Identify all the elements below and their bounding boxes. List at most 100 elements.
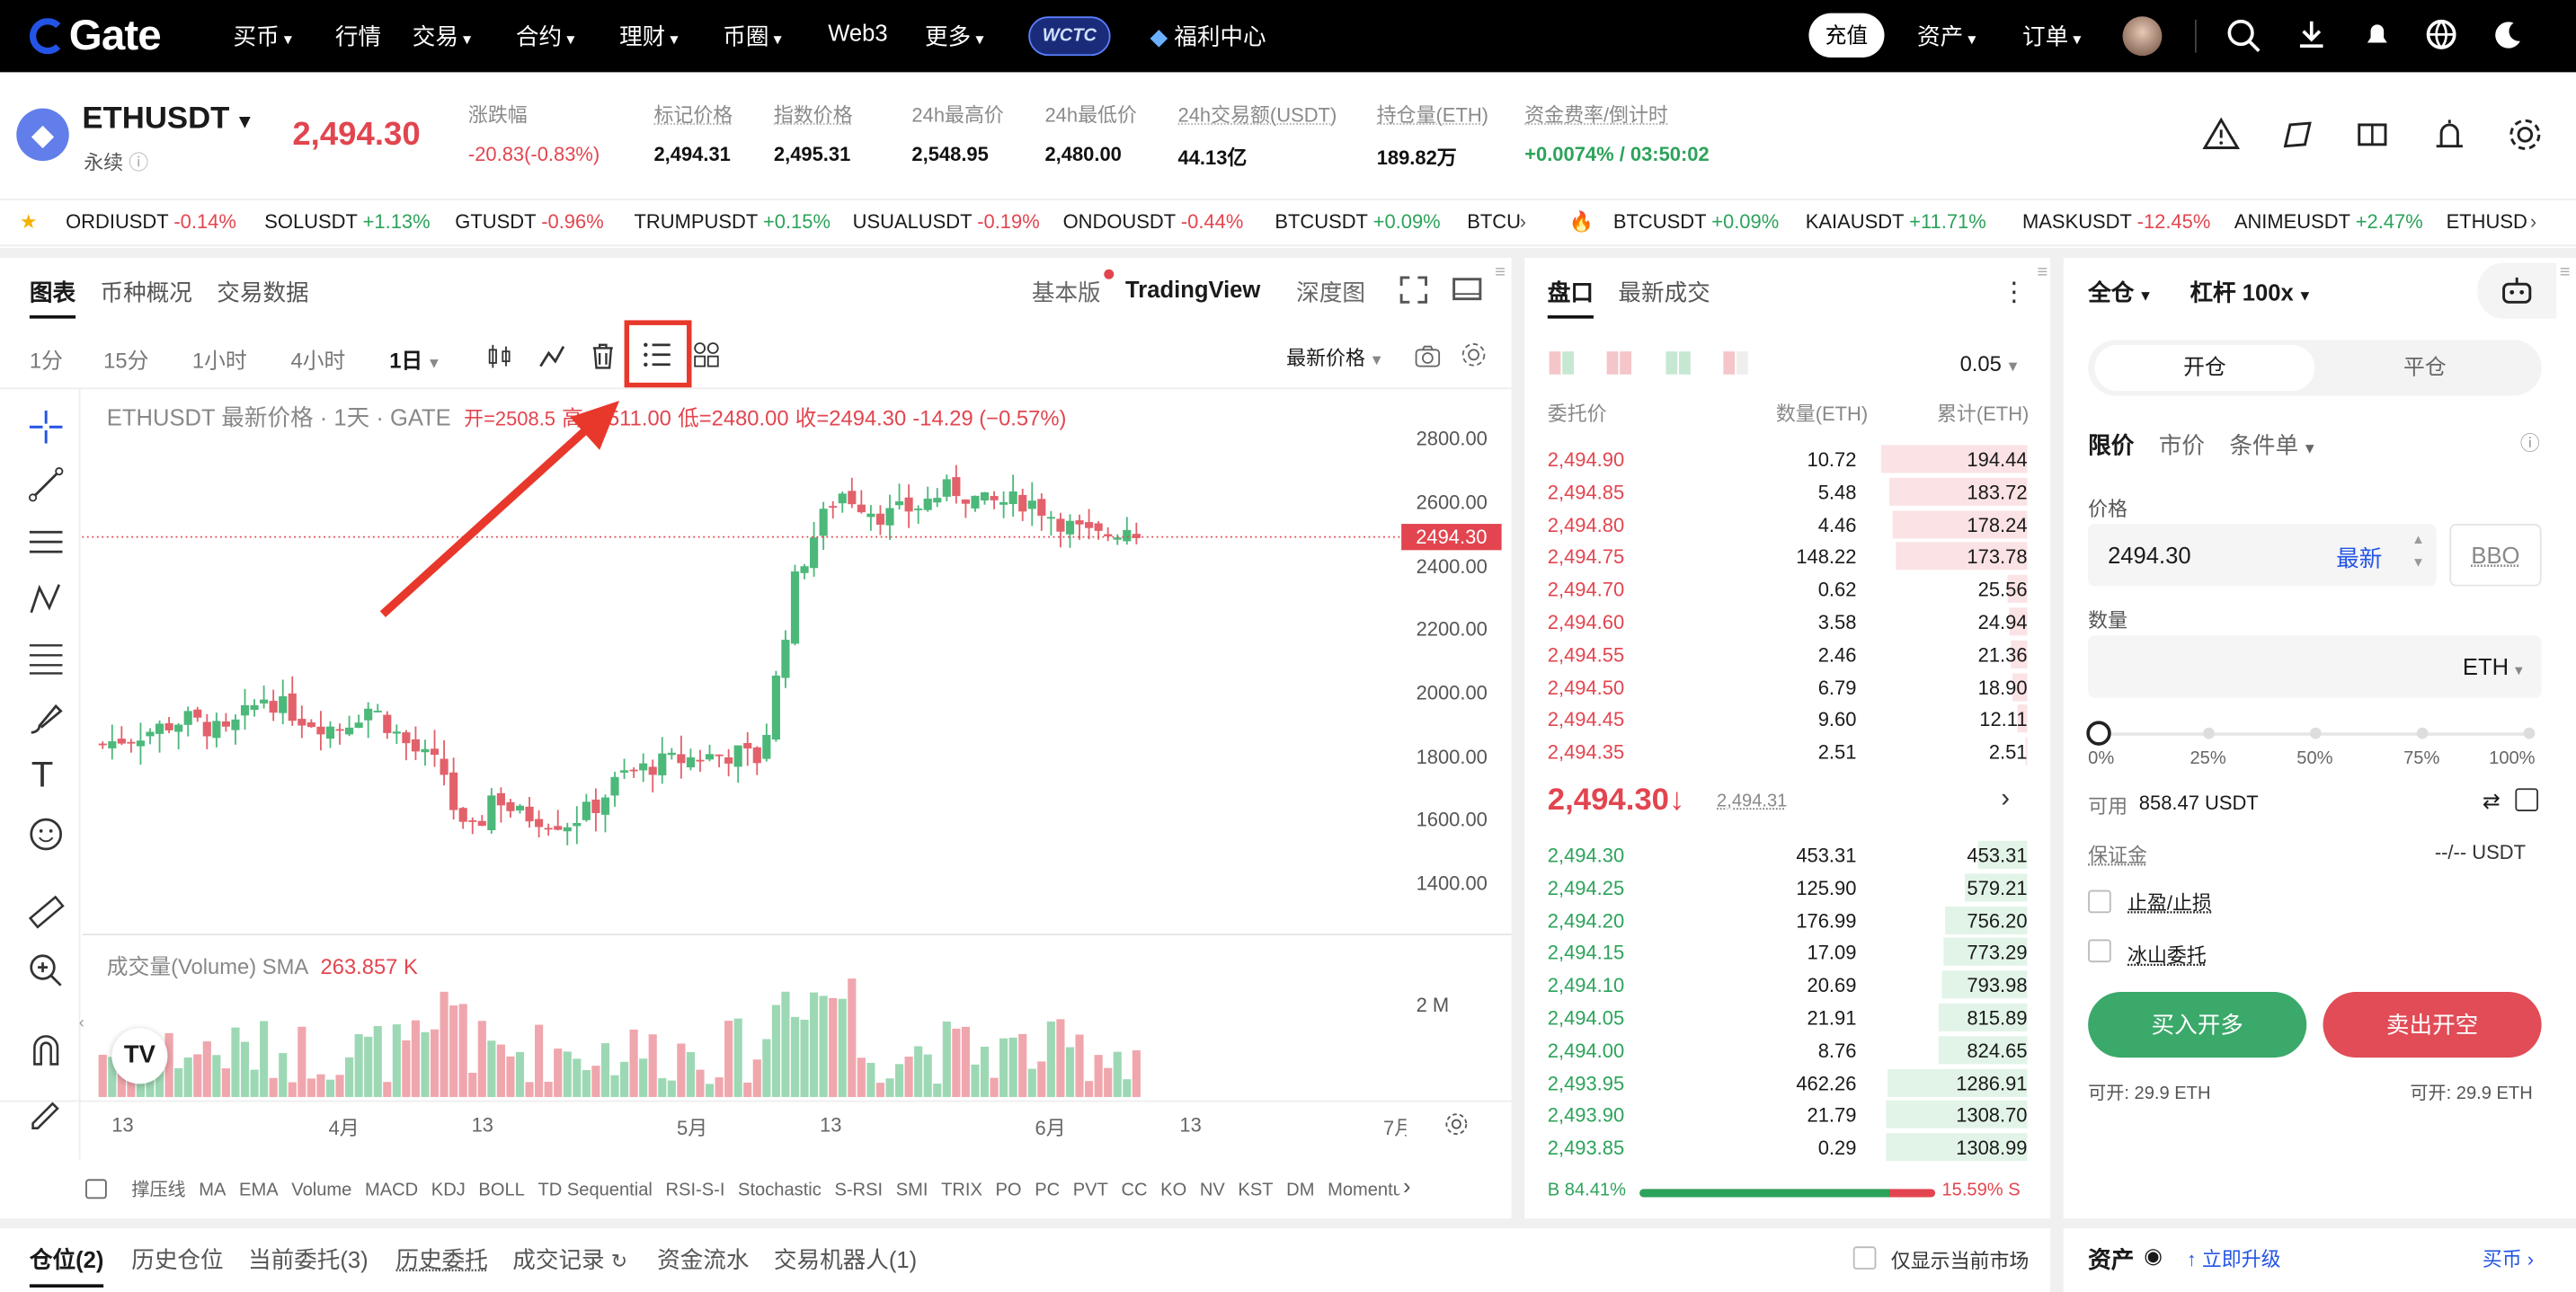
axis-settings-icon[interactable] — [1444, 1111, 1469, 1136]
indicator-link[interactable]: DM — [1286, 1181, 1314, 1200]
ask-row[interactable]: 2,494.55 2.46 21.36 — [1548, 639, 2028, 670]
iceberg-checkbox[interactable] — [2088, 940, 2111, 963]
close-position-tab[interactable]: 平仓 — [2314, 345, 2535, 391]
magnet-icon[interactable] — [26, 1031, 66, 1071]
nav-futures[interactable]: 合约 — [516, 20, 574, 53]
chevron-right-icon[interactable]: › — [2001, 785, 2010, 815]
ask-row[interactable]: 2,494.45 9.60 12.11 — [1548, 704, 2028, 735]
bid-row[interactable]: 2,493.95 462.26 1286.91 — [1548, 1066, 2028, 1098]
refresh-icon[interactable]: ↻ — [611, 1250, 627, 1273]
ticker-item[interactable]: TRUMPUSDT +0.15% — [635, 210, 831, 234]
ask-row[interactable]: 2,494.90 10.72 194.44 — [1548, 444, 2028, 475]
indicator-link[interactable]: S-RSI — [834, 1181, 883, 1200]
grid-layout-icon[interactable] — [693, 341, 719, 367]
info-icon[interactable]: ⓘ — [2520, 429, 2540, 456]
ticker-item[interactable]: USUALUSDT -0.19% — [853, 210, 1040, 234]
mode-depth[interactable]: 深度图 — [1296, 276, 1365, 309]
ticker-item[interactable]: ETHUSD — [2447, 210, 2527, 234]
nav-assets[interactable]: 资产 — [1917, 20, 1976, 53]
pair-selector[interactable]: ETHUSDT ▼ — [82, 102, 254, 137]
upgrade-link[interactable]: ↑ 立即升级 — [2187, 1244, 2281, 1272]
stat-label-turnover[interactable]: 24h交易额(USDT) — [1178, 100, 1337, 128]
object-tree-list-icon[interactable] — [643, 341, 672, 367]
ask-row[interactable]: 2,494.80 4.46 178.24 — [1548, 509, 2028, 540]
ask-row[interactable]: 2,494.60 3.58 24.94 — [1548, 606, 2028, 637]
interval-1m[interactable]: 1分 — [30, 343, 63, 375]
indicator-link[interactable]: EMA — [239, 1181, 279, 1200]
pattern-icon[interactable] — [26, 580, 66, 619]
horizontal-lines-icon[interactable] — [26, 522, 66, 562]
tab-trade-data[interactable]: 交易数据 — [217, 276, 308, 309]
ask-row[interactable]: 2,494.85 5.48 183.72 — [1548, 476, 2028, 508]
ob-last-price[interactable]: 2,494.30↓ — [1548, 783, 1685, 819]
tpsl-checkbox[interactable] — [2088, 890, 2111, 914]
leaf-icon[interactable] — [2276, 113, 2319, 156]
bid-row[interactable]: 2,494.10 20.69 793.98 — [1548, 969, 2028, 1001]
buy-long-button[interactable]: 买入开多 — [2088, 992, 2306, 1057]
indicator-link[interactable]: MACD — [365, 1181, 418, 1200]
tab-trading-bots[interactable]: 交易机器人(1) — [774, 1243, 917, 1277]
ticker-item[interactable]: ORDIUSDT -0.14% — [66, 210, 236, 234]
settings-gear-icon[interactable] — [2504, 113, 2547, 156]
nav-trade[interactable]: 交易 — [413, 20, 471, 53]
guide-book-icon[interactable] — [2351, 113, 2394, 156]
buy-crypto-link[interactable]: 买币 › — [2483, 1244, 2534, 1272]
tab-open-orders[interactable]: 当前委托(3) — [248, 1243, 369, 1277]
ask-row[interactable]: 2,494.70 0.62 25.56 — [1548, 573, 2028, 605]
ticker-item[interactable]: BTCUSDT +0.09% — [1275, 210, 1440, 234]
interval-15m[interactable]: 15分 — [103, 343, 148, 375]
slider-tick[interactable] — [2417, 728, 2429, 739]
emoji-icon[interactable] — [26, 815, 66, 854]
open-position-tab[interactable]: 开仓 — [2094, 345, 2314, 391]
drag-handle-icon[interactable]: ≡ — [2037, 262, 2047, 282]
calendar-icon[interactable] — [85, 1179, 107, 1199]
collapse-chevron-icon[interactable]: ‹ — [79, 1015, 84, 1033]
latest-price-button[interactable]: 最新 — [2336, 542, 2382, 575]
tab-coin-overview[interactable]: 币种概况 — [100, 276, 191, 309]
deposit-button[interactable]: 充值 — [1808, 13, 1884, 58]
ask-row[interactable]: 2,494.35 2.51 2.51 — [1548, 736, 2028, 767]
bid-row[interactable]: 2,494.30 453.31 453.31 — [1548, 839, 2028, 871]
stat-label-mark[interactable]: 标记价格 — [653, 100, 733, 128]
qty-unit-select[interactable]: ETH ▼ — [2463, 653, 2526, 679]
indicator-link[interactable]: KDJ — [431, 1181, 466, 1200]
tab-trade-history[interactable]: 成交记录 ↻ — [512, 1243, 627, 1277]
eye-icon[interactable]: ◉ — [2144, 1243, 2163, 1270]
precision-select[interactable]: 0.05 ▼ — [1960, 351, 2021, 376]
order-type-conditional[interactable]: 条件单 ▼ — [2229, 429, 2317, 462]
indicator-link[interactable]: BOLL — [478, 1181, 524, 1200]
warning-icon[interactable] — [2199, 113, 2243, 156]
order-type-market[interactable]: 市价 — [2159, 429, 2205, 462]
indicator-link[interactable]: SMI — [896, 1181, 928, 1200]
view-bids-icon[interactable] — [1666, 351, 1690, 383]
bid-row[interactable]: 2,494.25 125.90 579.21 — [1548, 872, 2028, 903]
indicator-link[interactable]: Momentum — [1328, 1181, 1399, 1200]
mode-basic[interactable]: 基本版 — [1032, 276, 1101, 309]
price-type-select[interactable]: 最新价格 ▼ — [1286, 343, 1384, 371]
bid-row[interactable]: 2,494.15 17.09 773.29 — [1548, 937, 2028, 969]
chart-settings-icon[interactable] — [1461, 341, 1487, 367]
view-trades-icon[interactable] — [1723, 351, 1747, 383]
trash-icon[interactable] — [591, 343, 615, 369]
chevron-right-icon[interactable]: › — [1403, 1173, 1411, 1199]
lock-drawing-icon[interactable] — [26, 1091, 66, 1130]
indicator-link[interactable]: PO — [996, 1181, 1022, 1200]
star-icon[interactable]: ★ — [20, 210, 38, 234]
ticker-item[interactable]: BTCU — [1467, 210, 1521, 234]
more-vertical-icon[interactable]: ⋮ — [2001, 276, 2027, 309]
price-input[interactable]: 2494.30 最新 ▲ ▼ — [2088, 524, 2436, 586]
tradingview-logo-icon[interactable]: TV — [111, 1028, 167, 1084]
tab-chart[interactable]: 图表 — [30, 276, 76, 319]
indicators-icon[interactable] — [539, 343, 565, 369]
candlestick-chart[interactable] — [82, 424, 1511, 1146]
ticker-item[interactable]: MASKUSDT -12.45% — [2022, 210, 2210, 234]
nav-web3[interactable]: Web3 — [828, 20, 887, 46]
fib-icon[interactable] — [26, 637, 66, 677]
price-stepper[interactable]: ▲ ▼ — [2412, 529, 2424, 575]
bid-row[interactable]: 2,494.20 176.99 756.20 — [1548, 904, 2028, 935]
transfer-icon[interactable]: ⇄ — [2483, 788, 2500, 814]
bid-row[interactable]: 2,494.05 21.91 815.89 — [1548, 1002, 2028, 1033]
indicator-link[interactable]: KST — [1238, 1181, 1273, 1200]
brush-icon[interactable] — [26, 698, 66, 738]
margin-mode-select[interactable]: 全仓 ▼ — [2088, 276, 2153, 309]
